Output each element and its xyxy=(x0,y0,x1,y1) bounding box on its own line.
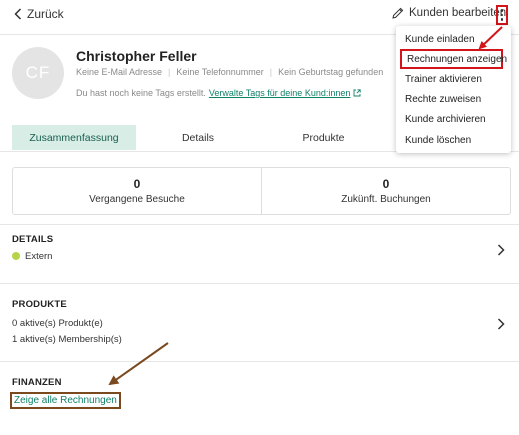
menu-item-activate-trainer[interactable]: Trainer aktivieren xyxy=(396,69,511,89)
meta-separator: | xyxy=(168,67,171,77)
finanzen-title: FINANZEN xyxy=(12,377,62,388)
stat-label: Zukünft. Buchungen xyxy=(341,194,431,205)
phone-info: Keine Telefonnummer xyxy=(176,67,264,77)
tags-info: Du hast noch keine Tags erstellt. Verwal… xyxy=(76,88,362,98)
stats-card: 0 Vergangene Besuche 0 Zukünft. Buchunge… xyxy=(12,167,511,215)
pencil-icon xyxy=(392,7,404,19)
tags-text: Du hast noch keine Tags erstellt. xyxy=(76,88,206,98)
menu-item-invite[interactable]: Kunde einladen xyxy=(396,29,511,49)
memberships-count: 1 aktive(s) Membership(s) xyxy=(12,334,122,345)
chevron-right-icon[interactable] xyxy=(497,318,505,330)
status-text: Extern xyxy=(25,251,53,262)
back-label: Zurück xyxy=(27,7,64,21)
chevron-right-icon[interactable] xyxy=(497,244,505,256)
external-link-icon xyxy=(353,89,362,97)
edit-customer-button[interactable]: Kunden bearbeiten xyxy=(392,7,506,19)
customer-actions-menu: Kunde einladen Rechnungen anzeigen Train… xyxy=(396,26,511,153)
customer-meta: Keine E-Mail Adresse | Keine Telefonnumm… xyxy=(76,67,383,77)
birthday-info: Kein Geburtstag gefunden xyxy=(278,67,384,77)
back-button[interactable]: Zurück xyxy=(14,7,64,21)
menu-item-delete[interactable]: Kunde löschen xyxy=(396,130,511,150)
menu-item-show-invoices[interactable]: Rechnungen anzeigen xyxy=(400,49,507,69)
avatar: CF xyxy=(12,47,64,99)
tab-zusammenfassung[interactable]: Zusammenfassung xyxy=(12,125,136,150)
edit-customer-label: Kunden bearbeiten xyxy=(409,7,507,19)
tab-details[interactable]: Details xyxy=(136,125,260,150)
produkte-title: PRODUKTE xyxy=(12,299,67,310)
kebab-menu-icon[interactable] xyxy=(496,5,508,25)
menu-item-archive[interactable]: Kunde archivieren xyxy=(396,109,511,129)
manage-tags-link[interactable]: Verwalte Tags für deine Kund:innen xyxy=(209,88,350,98)
show-all-invoices-link[interactable]: Zeige alle Rechnungen xyxy=(10,392,121,409)
details-title: DETAILS xyxy=(12,234,54,245)
details-status: Extern xyxy=(12,251,52,262)
stat-past-visits: 0 Vergangene Besuche xyxy=(13,168,261,214)
menu-item-assign-rights[interactable]: Rechte zuweisen xyxy=(396,89,511,109)
tab-produkte[interactable]: Produkte xyxy=(260,125,387,150)
meta-separator: | xyxy=(269,67,273,77)
status-dot xyxy=(12,252,20,260)
stat-future-bookings: 0 Zukünft. Buchungen xyxy=(261,168,510,214)
customer-name: Christopher Feller xyxy=(76,48,197,64)
products-count: 0 aktive(s) Produkt(e) xyxy=(12,318,103,329)
chevron-left-icon xyxy=(14,8,22,20)
stat-label: Vergangene Besuche xyxy=(89,194,185,205)
stat-value: 0 xyxy=(382,177,390,191)
stat-value: 0 xyxy=(133,177,141,191)
email-info: Keine E-Mail Adresse xyxy=(76,67,163,77)
produkte-section[interactable]: PRODUKTE 0 aktive(s) Produkt(e) 1 aktive… xyxy=(0,283,519,360)
details-section[interactable]: DETAILS Extern xyxy=(0,224,519,282)
